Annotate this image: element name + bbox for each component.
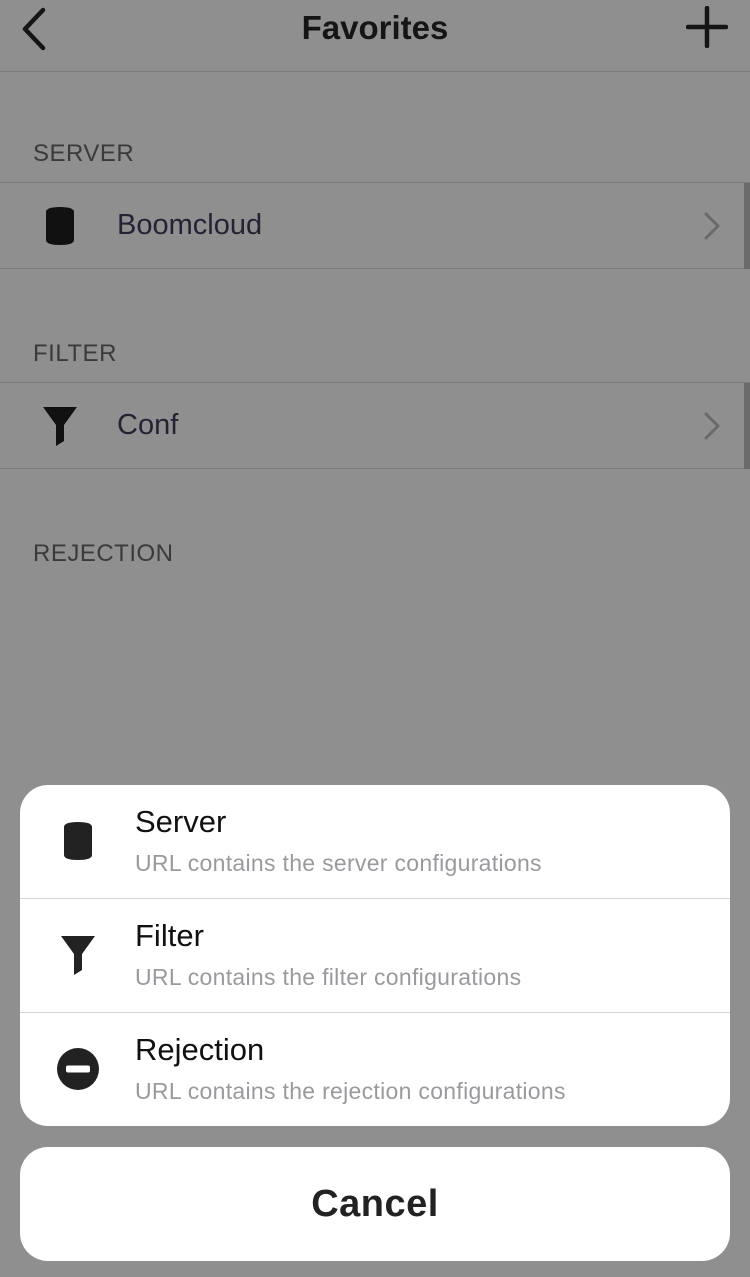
chevron-right-icon [704,212,720,240]
section-header-filter: FILTER [33,340,117,367]
navigation-bar: Favorites [0,0,750,72]
database-icon [54,817,102,865]
add-button[interactable] [682,2,732,52]
action-sheet: Server URL contains the server configura… [20,785,730,1126]
list-item-server-boomcloud[interactable]: Boomcloud [0,182,750,269]
list-item-label: Conf [117,409,179,441]
minus-circle-icon [54,1045,102,1093]
option-subtitle: URL contains the rejection configuration… [135,1078,566,1104]
option-title: Filter [135,918,204,953]
scroll-indicator [744,183,750,269]
funnel-icon [40,405,80,447]
section-header-server: SERVER [33,140,135,167]
option-title: Server [135,804,227,839]
plus-icon [686,6,728,48]
option-subtitle: URL contains the server configurations [135,850,542,876]
list-item-label: Boomcloud [117,209,263,241]
database-icon [40,205,80,247]
chevron-right-icon [704,412,720,440]
action-option-rejection[interactable]: Rejection URL contains the rejection con… [20,1013,730,1126]
page-title: Favorites [301,9,449,46]
scroll-indicator [744,383,750,469]
section-header-rejection: REJECTION [33,540,174,567]
cancel-button[interactable]: Cancel [20,1147,730,1261]
list-item-filter-conf[interactable]: Conf [0,382,750,469]
action-option-server[interactable]: Server URL contains the server configura… [20,785,730,899]
option-subtitle: URL contains the filter configurations [135,964,522,990]
action-option-filter[interactable]: Filter URL contains the filter configura… [20,899,730,1013]
funnel-icon [54,931,102,979]
option-title: Rejection [135,1032,265,1067]
